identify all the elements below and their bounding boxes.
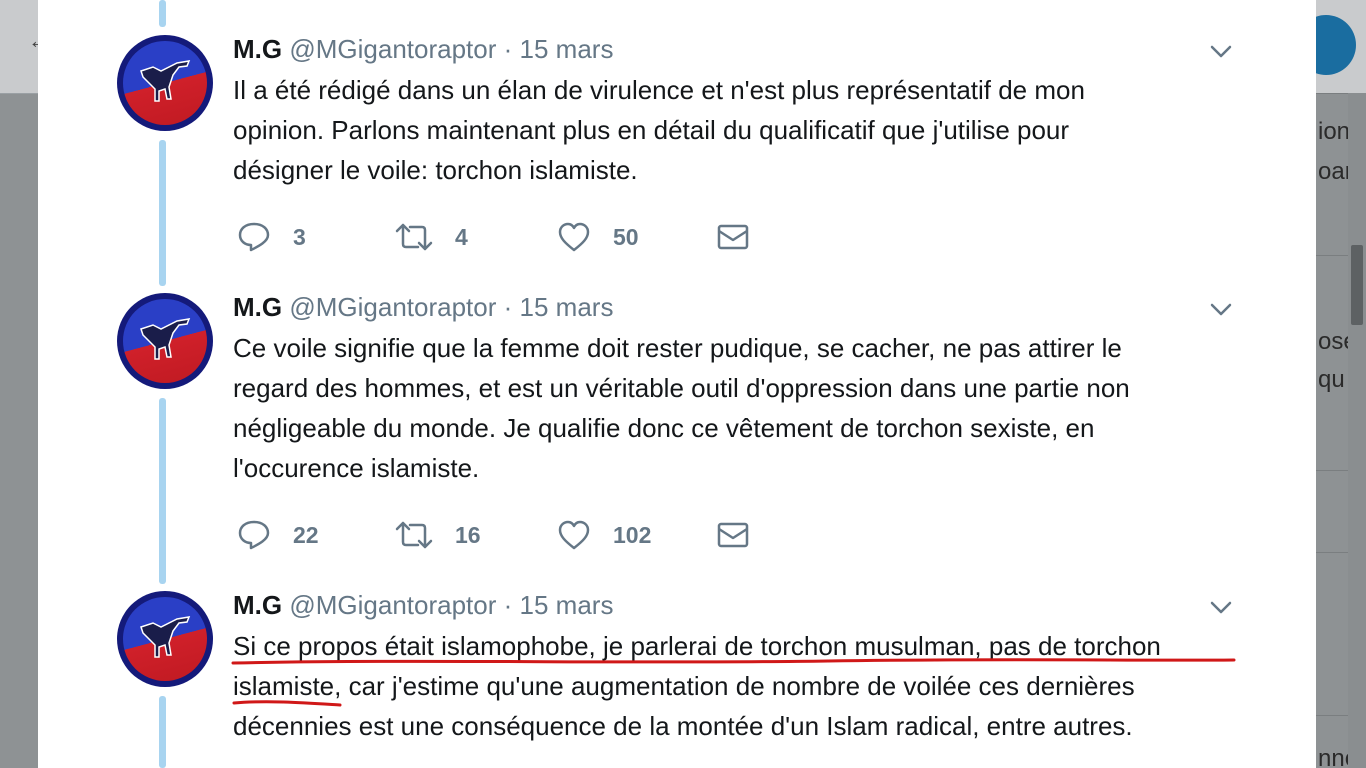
tweet-text-line: l'occurence islamiste.	[233, 453, 480, 483]
reply-count: 3	[293, 223, 306, 250]
like-count: 50	[613, 223, 639, 250]
header-separator: ·	[503, 292, 513, 322]
avatar[interactable]	[117, 293, 213, 389]
author-name[interactable]: M.G	[233, 292, 282, 322]
tweet-date[interactable]: 15 mars	[520, 292, 614, 322]
author-name[interactable]: M.G	[233, 590, 282, 620]
dinosaur-logo-icon	[140, 318, 191, 360]
like-button[interactable]: 50	[557, 217, 639, 257]
background-card	[1316, 470, 1350, 551]
chevron-down-icon[interactable]	[1210, 45, 1232, 59]
envelope-icon	[717, 224, 749, 250]
thread-connector-line	[159, 398, 166, 584]
tweet-text-line: négligeable du monde. Je qualifie donc c…	[233, 413, 1095, 443]
avatar[interactable]	[117, 591, 213, 687]
like-button[interactable]: 102	[557, 515, 651, 555]
retweet-button[interactable]: 16	[395, 515, 481, 555]
tweet-actions: 3 4 50	[233, 217, 833, 257]
chevron-down-icon[interactable]	[1210, 303, 1232, 317]
envelope-icon	[717, 522, 749, 548]
reply-icon	[238, 222, 270, 252]
thread-connector-line	[159, 696, 166, 768]
retweet-button[interactable]: 4	[395, 217, 468, 257]
retweet-count: 16	[455, 521, 481, 548]
retweet-icon	[395, 223, 433, 251]
page-scrollbar-thumb[interactable]	[1351, 245, 1363, 325]
background-card	[1316, 552, 1350, 713]
header-separator: ·	[503, 590, 513, 620]
tweet-header: M.G @MGigantoraptor · 15 mars	[233, 292, 613, 323]
like-count: 102	[613, 521, 652, 548]
tweet-text: Ce voile signifie que la femme doit rest…	[233, 328, 1243, 488]
background-text-fragment: ion	[1318, 118, 1351, 145]
retweet-count: 4	[455, 223, 468, 250]
tweet-thread-modal: M.G @MGigantoraptor · 15 mars Il a été r…	[38, 0, 1316, 768]
tweet-date[interactable]: 15 mars	[520, 590, 614, 620]
tweet-date[interactable]: 15 mars	[520, 34, 614, 64]
tweet-actions: 22 16 102	[233, 515, 833, 555]
direct-message-button[interactable]	[717, 217, 749, 257]
tweet-text: Il a été rédigé dans un élan de virulenc…	[233, 70, 1243, 190]
dinosaur-logo-icon	[140, 616, 191, 658]
tweet-text-line: décennies est une conséquence de la mont…	[233, 711, 1133, 741]
thread-connector-line	[159, 140, 166, 286]
thread-connector-line	[159, 0, 166, 27]
tweet-text-line: Il a été rédigé dans un élan de virulenc…	[233, 75, 1085, 105]
reply-count: 22	[293, 521, 319, 548]
dinosaur-logo-icon	[140, 60, 191, 102]
direct-message-button[interactable]	[717, 515, 749, 555]
reply-button[interactable]: 3	[237, 217, 306, 257]
avatar[interactable]	[117, 35, 213, 131]
author-handle[interactable]: @MGigantoraptor	[289, 590, 496, 620]
heart-icon	[558, 520, 590, 550]
tweet-header: M.G @MGigantoraptor · 15 mars	[233, 590, 613, 621]
red-underline-annotation	[231, 658, 1236, 707]
page-scrollbar-track[interactable]	[1348, 93, 1366, 768]
chevron-down-icon[interactable]	[1210, 601, 1232, 615]
heart-icon	[558, 222, 590, 252]
tweet-text-line: opinion. Parlons maintenant plus en déta…	[233, 115, 1070, 145]
author-handle[interactable]: @MGigantoraptor	[289, 292, 496, 322]
reply-button[interactable]: 22	[237, 515, 319, 555]
header-separator: ·	[503, 34, 513, 64]
author-handle[interactable]: @MGigantoraptor	[289, 34, 496, 64]
retweet-icon	[395, 521, 433, 549]
background-card	[1316, 255, 1350, 468]
tweet-header: M.G @MGigantoraptor · 15 mars	[233, 34, 613, 65]
tweet-text-line: désigner le voile: torchon islamiste.	[233, 155, 638, 185]
background-page-left: ←	[0, 0, 50, 768]
author-name[interactable]: M.G	[233, 34, 282, 64]
tweet-text-line: Ce voile signifie que la femme doit rest…	[233, 333, 1122, 363]
background-text-fragment: qu	[1318, 366, 1345, 393]
tweet-text-line: regard des hommes, et est un véritable o…	[233, 373, 1130, 403]
reply-icon	[238, 520, 270, 550]
